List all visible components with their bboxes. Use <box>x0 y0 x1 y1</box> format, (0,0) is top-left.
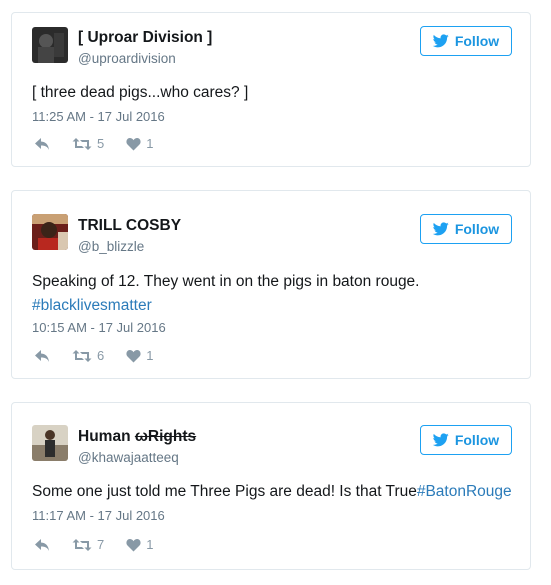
bird-icon <box>432 433 449 447</box>
tweet-card: [ Uproar Division ] @uproardivision Foll… <box>11 12 531 167</box>
tweet-actions: 7 1 <box>34 537 175 552</box>
like-button[interactable]: 1 <box>126 136 153 151</box>
heart-icon <box>126 137 141 150</box>
tweet-text: [ three dead pigs...who cares? ] <box>32 81 514 105</box>
reply-button[interactable] <box>34 538 50 552</box>
tweet-body: Some one just told me Three Pigs are dea… <box>32 483 417 500</box>
tweet-text: Some one just told me Three Pigs are dea… <box>32 480 514 504</box>
timestamp[interactable]: 11:17 AM - 17 Jul 2016 <box>32 508 165 523</box>
retweet-count: 7 <box>97 537 105 552</box>
follow-button[interactable]: Follow <box>420 214 512 244</box>
display-name[interactable]: Human ωRights <box>78 428 196 446</box>
reply-button[interactable] <box>34 349 50 363</box>
follow-button[interactable]: Follow <box>420 425 512 455</box>
follow-button[interactable]: Follow <box>420 26 512 56</box>
follow-label: Follow <box>454 33 500 49</box>
like-count: 1 <box>146 136 154 151</box>
like-count: 1 <box>146 348 154 363</box>
like-button[interactable]: 1 <box>126 348 153 363</box>
heart-icon <box>126 349 141 362</box>
like-count: 1 <box>146 537 154 552</box>
retweet-count: 6 <box>97 348 105 363</box>
user-handle[interactable]: @b_blizzle <box>78 239 144 254</box>
avatar[interactable] <box>32 425 68 461</box>
tweet-body: Speaking of 12. They went in on the pigs… <box>32 273 420 290</box>
heart-icon <box>126 538 141 551</box>
like-button[interactable]: 1 <box>126 537 153 552</box>
hashtag-link[interactable]: #BatonRouge <box>417 483 512 500</box>
tweet-text: Speaking of 12. They went in on the pigs… <box>32 270 514 318</box>
timestamp[interactable]: 10:15 AM - 17 Jul 2016 <box>32 320 166 335</box>
tweet-card: TRILL COSBY @b_blizzle Follow Speaking o… <box>11 190 531 379</box>
retweet-button[interactable]: 5 <box>72 136 104 151</box>
avatar[interactable] <box>32 27 68 63</box>
avatar[interactable] <box>32 214 68 250</box>
reply-icon <box>35 137 49 150</box>
retweet-icon <box>72 137 92 150</box>
timestamp[interactable]: 11:25 AM - 17 Jul 2016 <box>32 109 165 124</box>
retweet-button[interactable]: 6 <box>72 348 104 363</box>
bird-icon <box>432 222 449 236</box>
retweet-count: 5 <box>97 136 105 151</box>
reply-icon <box>35 538 49 551</box>
display-name-strike: ωRights <box>134 428 197 445</box>
user-handle[interactable]: @uproardivision <box>78 51 176 66</box>
follow-label: Follow <box>454 221 500 237</box>
tweet-actions: 6 1 <box>34 348 175 363</box>
user-handle[interactable]: @khawajaatteeq <box>78 450 179 465</box>
reply-icon <box>35 349 49 362</box>
retweet-button[interactable]: 7 <box>72 537 104 552</box>
hashtag-link[interactable]: #blacklivesmatter <box>32 297 152 314</box>
retweet-icon <box>72 538 92 551</box>
tweet-card: Human ωRights @khawajaatteeq Follow Some… <box>11 402 531 570</box>
retweet-icon <box>72 349 92 362</box>
reply-button[interactable] <box>34 137 50 151</box>
display-name[interactable]: [ Uproar Division ] <box>78 29 212 47</box>
display-name-text: Human <box>78 428 135 445</box>
follow-label: Follow <box>454 432 500 448</box>
tweet-actions: 5 1 <box>34 136 175 151</box>
tweet-body: [ three dead pigs...who cares? ] <box>32 84 249 101</box>
bird-icon <box>432 34 449 48</box>
display-name[interactable]: TRILL COSBY <box>78 217 181 235</box>
